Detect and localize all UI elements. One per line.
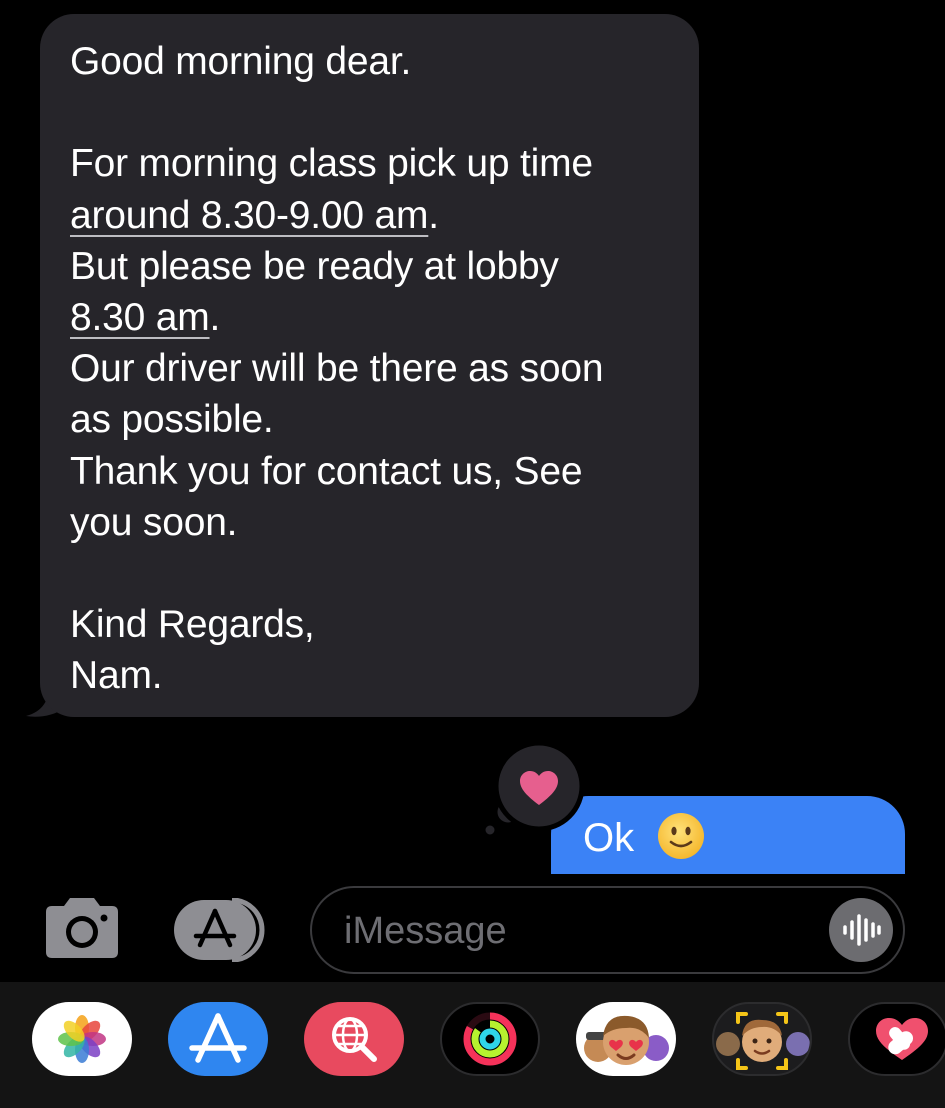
app-drawer-item-photos[interactable] [32, 1002, 132, 1076]
camera-icon [46, 898, 118, 958]
digital-touch-icon [876, 1018, 928, 1060]
message-line: Good morning dear. [70, 40, 412, 83]
incoming-message-text: Good morning dear. For morning class pic… [70, 36, 673, 701]
app-drawer-item-digital-touch[interactable] [848, 1002, 945, 1076]
app-drawer-item-memoji[interactable] [712, 1002, 812, 1076]
app-drawer-item-app-store[interactable] [168, 1002, 268, 1076]
image-search-icon [332, 1017, 377, 1062]
message-line: But please be ready at lobby [70, 244, 559, 288]
slightly-smiling-face-emoji [658, 813, 705, 860]
app-drawer-item-images[interactable] [304, 1002, 404, 1076]
message-line: Kind Regards, [70, 603, 315, 647]
message-line: as possible. [70, 398, 274, 442]
waveform-icon [843, 914, 881, 946]
audio-message-button[interactable] [829, 898, 893, 962]
memoji-stickers-icon [584, 1015, 669, 1065]
message-line: Thank you for contact us, See [70, 449, 583, 493]
outgoing-message-bubble[interactable]: Ok [551, 796, 905, 874]
apps-button[interactable] [172, 897, 270, 963]
lobby-time-link[interactable]: 8.30 am [70, 296, 210, 339]
message-line: Our driver will be there as soon [70, 347, 604, 391]
memoji-icon [716, 1012, 810, 1070]
app-store-icon [174, 897, 265, 963]
message-line-link: 8.30 am. [70, 292, 673, 343]
message-line-link: around 8.30-9.00 am. [70, 190, 673, 241]
app-drawer-item-memoji-stickers[interactable] [576, 1002, 676, 1076]
incoming-message-bubble[interactable]: Good morning dear. For morning class pic… [40, 14, 699, 717]
pickup-time-link[interactable]: around 8.30-9.00 am [70, 194, 428, 237]
link-suffix: . [428, 193, 439, 237]
camera-button[interactable] [42, 896, 122, 960]
message-input-field[interactable]: iMessage [310, 886, 905, 974]
outgoing-message-text: Ok [583, 816, 635, 860]
message-line: Nam. [70, 654, 163, 698]
message-line: For morning class pick up time [70, 142, 593, 186]
photos-icon [58, 1015, 106, 1063]
message-line: you soon. [70, 500, 238, 544]
message-input-placeholder: iMessage [344, 910, 507, 952]
app-drawer-item-activity[interactable] [440, 1002, 540, 1076]
activity-rings-icon [463, 1012, 517, 1066]
heart-tapback-reaction[interactable] [480, 742, 584, 838]
link-suffix: . [209, 295, 221, 339]
app-store-icon [189, 1013, 247, 1063]
